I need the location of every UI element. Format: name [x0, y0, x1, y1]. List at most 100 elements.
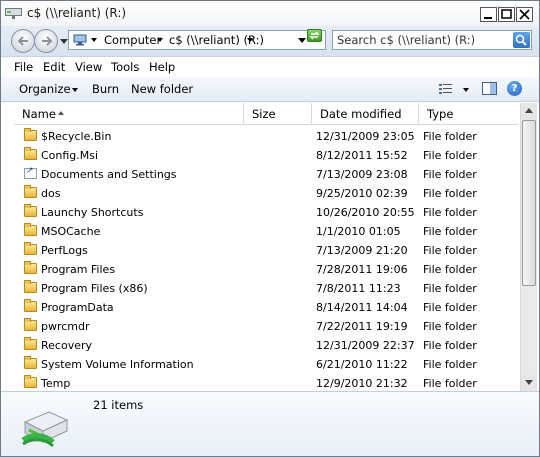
- column-name-label: Name: [22, 107, 56, 121]
- window-title: c$ (\\reliant) (R:): [27, 6, 127, 20]
- folder-icon: [24, 318, 37, 331]
- file-row[interactable]: Documents and Settings 7/13/2009 23:08 Fil…: [14, 165, 518, 184]
- file-date-modified: 1/1/2010 01:05: [316, 225, 401, 238]
- drive-icon: [21, 411, 69, 448]
- file-type: File folder: [423, 187, 477, 200]
- maximize-button[interactable]: [498, 7, 515, 22]
- column-size[interactable]: Size: [244, 103, 312, 124]
- file-type: File folder: [423, 263, 477, 276]
- file-row[interactable]: Program Files (x86) 7/8/2011 11:23 File fo…: [14, 279, 518, 298]
- chevron-down-icon[interactable]: [157, 38, 163, 42]
- preview-pane-icon[interactable]: [482, 82, 497, 95]
- file-row[interactable]: Temp 12/9/2010 21:32 File folder: [14, 374, 518, 389]
- file-name: Temp: [41, 377, 71, 389]
- shortcut-folder-icon: [24, 166, 37, 179]
- title-bar[interactable]: c$ (\\reliant) (R:): [1, 1, 539, 26]
- column-date-modified[interactable]: Date modified: [312, 103, 419, 124]
- explorer-window: c$ (\\reliant) (R:) Computer c$ (\\relia…: [0, 0, 540, 457]
- details-pane: 21 items: [1, 391, 539, 456]
- file-name: Program Files (x86): [41, 282, 148, 295]
- file-date-modified: 6/21/2010 11:22: [316, 358, 408, 371]
- chevron-down-icon[interactable]: [91, 38, 97, 42]
- file-name: $Recycle.Bin: [41, 130, 112, 143]
- file-row[interactable]: MSOCache 1/1/2010 01:05 File folder: [14, 222, 518, 241]
- recent-pages-dropdown[interactable]: [60, 39, 68, 44]
- file-type: File folder: [423, 130, 477, 143]
- file-name: MSOCache: [41, 225, 101, 238]
- file-date-modified: 7/28/2011 19:06: [316, 263, 408, 276]
- file-date-modified: 8/12/2011 15:52: [316, 149, 408, 162]
- file-row[interactable]: $Recycle.Bin 12/31/2009 23:05 File folder: [14, 127, 518, 146]
- new-folder-button[interactable]: New folder: [131, 82, 193, 96]
- help-icon[interactable]: ?: [507, 81, 522, 96]
- refresh-icon: [309, 31, 320, 40]
- file-date-modified: 7/8/2011 11:23: [316, 282, 401, 295]
- scroll-up-button[interactable]: [521, 103, 537, 119]
- file-type: File folder: [423, 320, 477, 333]
- file-type: File folder: [423, 206, 477, 219]
- column-name[interactable]: Name: [14, 103, 244, 124]
- close-icon: [519, 9, 530, 20]
- file-name: Config.Msi: [41, 149, 99, 162]
- chevron-up-icon: [525, 108, 533, 113]
- menu-help[interactable]: Help: [149, 60, 175, 74]
- file-name: pwrcmdr: [41, 320, 90, 333]
- file-row[interactable]: Config.Msi 8/12/2011 15:52 File folder: [14, 146, 518, 165]
- menu-bar: File Edit View Tools Help: [1, 57, 539, 77]
- file-type: File folder: [423, 244, 477, 257]
- file-name: dos: [41, 187, 61, 200]
- maximize-icon: [501, 9, 512, 19]
- command-bar: Organize Burn New folder ?: [1, 77, 539, 102]
- menu-tools[interactable]: Tools: [111, 60, 139, 74]
- navigation-bar: Computer c$ (\\reliant) (R:) Search c$ (…: [1, 26, 539, 57]
- chevron-down-icon[interactable]: [247, 38, 253, 42]
- menu-edit[interactable]: Edit: [43, 60, 65, 74]
- file-row[interactable]: Launchy Shortcuts 10/26/2010 20:55 File fo…: [14, 203, 518, 222]
- file-date-modified: 7/22/2011 19:19: [316, 320, 408, 333]
- search-button[interactable]: [513, 32, 530, 48]
- file-row[interactable]: Program Files 7/28/2011 19:06 File folder: [14, 260, 518, 279]
- file-date-modified: 10/26/2010 20:55: [316, 206, 415, 219]
- chevron-down-icon[interactable]: [463, 88, 469, 92]
- search-input[interactable]: Search c$ (\\reliant) (R:): [337, 33, 475, 47]
- file-row[interactable]: PerfLogs 7/13/2009 21:20 File folder: [14, 241, 518, 260]
- forward-button[interactable]: [34, 29, 58, 53]
- menu-file[interactable]: File: [14, 60, 33, 74]
- column-header: Name Size Date modified Type: [14, 103, 518, 125]
- refresh-button[interactable]: [307, 29, 322, 42]
- file-row[interactable]: dos 9/25/2010 02:39 File folder: [14, 184, 518, 203]
- file-type: File folder: [423, 377, 477, 389]
- folder-icon: [24, 147, 37, 160]
- file-date-modified: 9/25/2010 02:39: [316, 187, 408, 200]
- file-row[interactable]: ProgramData 8/14/2011 14:04 File folder: [14, 298, 518, 317]
- organize-button[interactable]: Organize: [19, 82, 71, 96]
- scrollbar-thumb[interactable]: [522, 120, 536, 286]
- chevron-down-icon: [72, 88, 78, 92]
- file-type: File folder: [423, 282, 477, 295]
- search-box[interactable]: Search c$ (\\reliant) (R:): [332, 30, 532, 50]
- folder-icon: [24, 204, 37, 217]
- view-options-icon[interactable]: [439, 83, 453, 94]
- burn-button[interactable]: Burn: [92, 82, 119, 96]
- file-type: File folder: [423, 225, 477, 238]
- menu-view[interactable]: View: [75, 60, 102, 74]
- address-bar[interactable]: Computer c$ (\\reliant) (R:): [68, 30, 326, 50]
- file-row[interactable]: pwrcmdr 7/22/2011 19:19 File folder: [14, 317, 518, 336]
- scroll-down-button[interactable]: [521, 375, 537, 391]
- file-row[interactable]: System Volume Information 6/21/2010 11:22…: [14, 355, 518, 374]
- file-type: File folder: [423, 168, 477, 181]
- item-count: 21 items: [93, 398, 144, 412]
- breadcrumb-computer[interactable]: Computer: [104, 33, 161, 47]
- file-list: $Recycle.Bin 12/31/2009 23:05 File folder C…: [14, 127, 518, 389]
- back-button[interactable]: [11, 29, 35, 53]
- forward-arrow-icon: [42, 36, 53, 46]
- minimize-button[interactable]: [480, 7, 497, 22]
- column-type[interactable]: Type: [419, 103, 518, 124]
- close-button[interactable]: [516, 7, 533, 22]
- file-date-modified: 8/14/2011 14:04: [316, 301, 408, 314]
- folder-icon: [24, 223, 37, 236]
- back-arrow-icon: [17, 36, 28, 46]
- vertical-scrollbar[interactable]: [520, 103, 537, 391]
- file-row[interactable]: Recovery 12/31/2009 22:37 File folder: [14, 336, 518, 355]
- address-history-dropdown[interactable]: [298, 38, 306, 43]
